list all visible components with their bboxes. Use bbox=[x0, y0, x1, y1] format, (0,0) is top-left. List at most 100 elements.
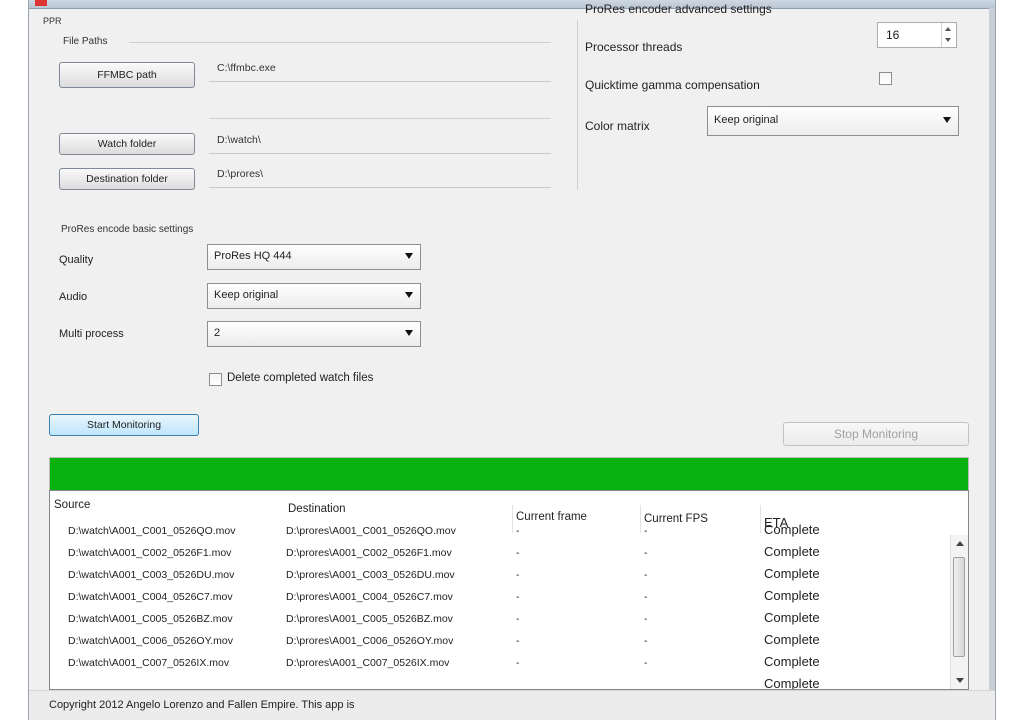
table-row[interactable]: D:\watch\A001_C001_0526QO.mov D:\prores\A… bbox=[50, 521, 945, 544]
table-cell-destination: D:\prores\A001_C002_0526F1.mov bbox=[286, 547, 452, 559]
start-monitoring-button[interactable]: Start Monitoring bbox=[49, 414, 199, 436]
table-cell-fps: - bbox=[644, 591, 648, 603]
table-cell-frame: - bbox=[516, 547, 520, 559]
table-cell-destination: D:\prores\A001_C006_0526OY.mov bbox=[286, 635, 454, 647]
file-paths-group-label: File Paths bbox=[63, 36, 108, 47]
table-row[interactable]: D:\watch\A001_C002_0526F1.mov D:\prores\A… bbox=[50, 543, 945, 566]
table-cell-frame: - bbox=[516, 657, 520, 669]
processor-threads-spinner[interactable]: 16 bbox=[877, 22, 957, 48]
table-row[interactable]: D:\watch\A001_C005_0526BZ.mov D:\prores\A… bbox=[50, 609, 945, 632]
multi-process-select-value: 2 bbox=[214, 327, 221, 339]
chevron-down-icon bbox=[405, 292, 413, 298]
multi-process-label: Multi process bbox=[59, 328, 124, 340]
spin-up-icon[interactable] bbox=[945, 27, 951, 31]
table-cell-eta: Complete bbox=[764, 610, 820, 625]
quality-select-value: ProRes HQ 444 bbox=[214, 250, 292, 262]
table-cell-fps: - bbox=[644, 613, 648, 625]
quality-label: Quality bbox=[59, 254, 94, 266]
table-cell-eta: Complete bbox=[764, 632, 820, 647]
table-cell-fps: - bbox=[644, 525, 648, 537]
vertical-scrollbar[interactable] bbox=[950, 535, 968, 689]
table-cell-source: D:\watch\A001_C006_0526OY.mov bbox=[68, 635, 233, 647]
table-cell-frame: - bbox=[516, 635, 520, 647]
audio-label: Audio bbox=[59, 291, 88, 303]
audio-select-value: Keep original bbox=[214, 289, 279, 301]
destination-folder-button[interactable]: Destination folder bbox=[59, 168, 195, 190]
table-cell-destination: D:\prores\A001_C007_0526IX.mov bbox=[286, 657, 450, 669]
table-cell-source: D:\watch\A001_C005_0526BZ.mov bbox=[68, 613, 233, 625]
job-list[interactable]: Source Destination Current frame Current… bbox=[49, 490, 969, 690]
group-divider bbox=[209, 118, 551, 119]
table-row[interactable]: D:\watch\A001_C006_0526OY.mov D:\prores\A… bbox=[50, 631, 945, 654]
table-cell-eta: Complete bbox=[764, 544, 820, 559]
advanced-settings-group-label: ProRes encoder advanced settings bbox=[585, 2, 772, 16]
color-matrix-select[interactable]: Keep original bbox=[707, 106, 959, 136]
table-cell-eta: Complete bbox=[764, 522, 820, 537]
table-cell-destination: D:\prores\A001_C003_0526DU.mov bbox=[286, 569, 455, 581]
scroll-down-icon[interactable] bbox=[956, 678, 964, 683]
table-cell-eta: Complete bbox=[764, 588, 820, 603]
delete-completed-checkbox[interactable] bbox=[209, 373, 222, 386]
table-cell-fps: - bbox=[644, 657, 648, 669]
basic-settings-group-label: ProRes encode basic settings bbox=[61, 224, 194, 235]
table-cell-source: D:\watch\A001_C004_0526C7.mov bbox=[68, 591, 233, 603]
gamma-compensation-label: Quicktime gamma compensation bbox=[585, 78, 760, 92]
close-icon[interactable] bbox=[35, 0, 47, 6]
table-cell-frame: - bbox=[516, 613, 520, 625]
table-row[interactable]: D:\watch\A001_C004_0526C7.mov D:\prores\A… bbox=[50, 587, 945, 610]
status-text: Copyright 2012 Angelo Lorenzo and Fallen… bbox=[49, 699, 355, 711]
spinner-buttons[interactable] bbox=[941, 23, 956, 47]
table-cell-fps: - bbox=[644, 635, 648, 647]
ffmbc-path-button[interactable]: FFMBC path bbox=[59, 62, 195, 88]
table-cell-eta: Complete bbox=[764, 566, 820, 581]
watch-folder-field[interactable]: D:\watch\ bbox=[209, 130, 551, 154]
color-matrix-select-value: Keep original bbox=[714, 114, 779, 126]
chevron-down-icon bbox=[405, 330, 413, 336]
table-cell-source: D:\watch\A001_C001_0526QO.mov bbox=[68, 525, 236, 537]
column-header-destination[interactable]: Destination bbox=[288, 503, 346, 515]
table-cell-destination: D:\prores\A001_C004_0526C7.mov bbox=[286, 591, 453, 603]
window-border bbox=[989, 8, 995, 720]
table-cell-source: D:\watch\A001_C003_0526DU.mov bbox=[68, 569, 235, 581]
table-row[interactable]: Complete bbox=[50, 675, 945, 690]
group-divider bbox=[129, 42, 551, 43]
table-cell-fps: - bbox=[644, 547, 648, 559]
delete-completed-label: Delete completed watch files bbox=[227, 372, 374, 384]
app-window: PPR File Paths FFMBC path C:\ffmbc.exe W… bbox=[28, 0, 996, 720]
table-cell-frame: - bbox=[516, 525, 520, 537]
window-label: PPR bbox=[43, 16, 62, 26]
table-row[interactable]: D:\watch\A001_C007_0526IX.mov D:\prores\A… bbox=[50, 653, 945, 676]
chevron-down-icon bbox=[943, 117, 951, 123]
table-cell-eta: Complete bbox=[764, 654, 820, 669]
ffmbc-path-field[interactable]: C:\ffmbc.exe bbox=[209, 58, 551, 82]
table-cell-frame: - bbox=[516, 591, 520, 603]
table-cell-fps: - bbox=[644, 569, 648, 581]
table-row[interactable]: D:\watch\A001_C003_0526DU.mov D:\prores\A… bbox=[50, 565, 945, 588]
scroll-thumb[interactable] bbox=[953, 557, 965, 657]
processor-threads-value: 16 bbox=[886, 28, 900, 42]
chevron-down-icon bbox=[405, 253, 413, 259]
scroll-up-icon[interactable] bbox=[956, 541, 964, 546]
audio-select[interactable]: Keep original bbox=[207, 283, 421, 309]
stop-monitoring-button[interactable]: Stop Monitoring bbox=[783, 422, 969, 446]
table-cell-source: D:\watch\A001_C007_0526IX.mov bbox=[68, 657, 230, 669]
table-cell-frame: - bbox=[516, 569, 520, 581]
column-header-source[interactable]: Source bbox=[54, 499, 90, 511]
status-bar: Copyright 2012 Angelo Lorenzo and Fallen… bbox=[29, 690, 995, 720]
watch-folder-button[interactable]: Watch folder bbox=[59, 133, 195, 155]
quality-select[interactable]: ProRes HQ 444 bbox=[207, 244, 421, 270]
table-cell-eta: Complete bbox=[764, 676, 820, 690]
progress-bar bbox=[49, 457, 969, 491]
spin-down-icon[interactable] bbox=[945, 38, 951, 42]
gamma-compensation-checkbox[interactable] bbox=[879, 72, 892, 85]
color-matrix-label: Color matrix bbox=[585, 119, 650, 133]
table-cell-destination: D:\prores\A001_C005_0526BZ.mov bbox=[286, 613, 453, 625]
table-cell-destination: D:\prores\A001_C001_0526QO.mov bbox=[286, 525, 456, 537]
destination-folder-field[interactable]: D:\prores\ bbox=[209, 164, 551, 188]
group-border bbox=[577, 20, 578, 190]
multi-process-select[interactable]: 2 bbox=[207, 321, 421, 347]
processor-threads-label: Processor threads bbox=[585, 40, 683, 54]
progress-fill bbox=[50, 458, 968, 490]
table-cell-source: D:\watch\A001_C002_0526F1.mov bbox=[68, 547, 232, 559]
title-bar[interactable] bbox=[29, 0, 995, 9]
